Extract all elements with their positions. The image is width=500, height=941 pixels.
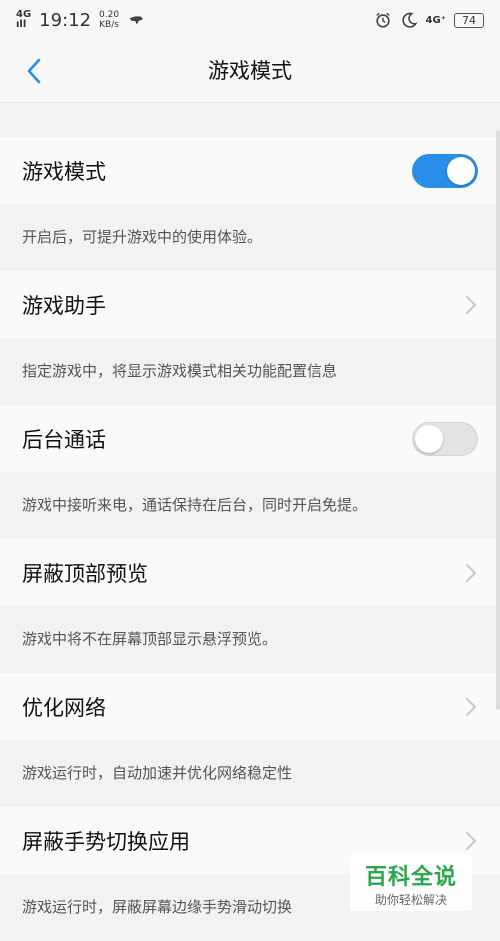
watermark-title: 百科全说 (364, 864, 457, 890)
watermark-logo: 百科全说 助你轻松解决 (350, 855, 472, 911)
toggle-knob (415, 424, 443, 453)
status-bar: 4G ıll 19:12 0.20 KB/s 4G⁺ 74 (0, 0, 500, 40)
setting-description: 开启后，可提升游戏中的使用体验。 (0, 204, 500, 271)
scrollbar[interactable] (496, 130, 500, 710)
setting-title: 游戏模式 (22, 159, 106, 184)
game-mode-toggle[interactable] (412, 153, 478, 188)
chevron-right-icon (466, 831, 476, 850)
setting-title: 屏蔽手势切换应用 (22, 829, 190, 854)
setting-title: 游戏助手 (22, 293, 106, 318)
toggle-knob (447, 156, 475, 185)
setting-title: 后台通话 (22, 427, 106, 452)
game-controller-icon (129, 16, 144, 25)
navigation-bar: 游戏模式 (0, 40, 500, 103)
network-speed: 0.20 KB/s (99, 10, 119, 30)
setting-description: 游戏中接听来电，通话保持在后台，同时开启免提。 (0, 472, 500, 539)
network-speed-value: 0.20 (99, 10, 120, 20)
status-time: 19:12 (39, 9, 92, 31)
network-speed-unit: KB/s (99, 20, 119, 30)
chevron-right-icon (466, 563, 476, 582)
alarm-clock-icon (375, 12, 390, 28)
moon-icon (401, 12, 417, 28)
signal-bars-icon: ıll (16, 19, 27, 30)
setting-row-game-mode[interactable]: 游戏模式 (0, 137, 500, 204)
network-indicator: 4G ıll (16, 10, 31, 30)
setting-row-background-call[interactable]: 后台通话 (0, 405, 500, 472)
setting-row-block-top-preview[interactable]: 屏蔽顶部预览 (0, 539, 500, 606)
watermark-subtitle: 助你轻松解决 (374, 892, 447, 907)
setting-description: 游戏运行时，自动加速并优化网络稳定性 (0, 740, 500, 807)
settings-list: 游戏模式 开启后，可提升游戏中的使用体验。 游戏助手 指定游戏中，将显示游戏模式… (0, 103, 500, 941)
status-right: 4G⁺ 74 (374, 11, 484, 29)
setting-row-optimize-network[interactable]: 优化网络 (0, 673, 500, 740)
status-left: 4G ıll 19:12 0.20 KB/s (16, 10, 145, 31)
chevron-right-icon (466, 295, 476, 314)
battery-indicator: 74 (454, 12, 484, 28)
setting-description: 指定游戏中，将显示游戏模式相关功能配置信息 (0, 338, 500, 405)
setting-description: 游戏中将不在屏幕顶部显示悬浮预览。 (0, 606, 500, 673)
chevron-right-icon (466, 697, 476, 716)
setting-title: 屏蔽顶部预览 (22, 561, 148, 586)
page-title: 游戏模式 (208, 59, 292, 83)
signal-type-right: 4G⁺ (425, 14, 446, 26)
background-call-toggle[interactable] (412, 421, 478, 456)
setting-row-game-assistant[interactable]: 游戏助手 (0, 271, 500, 338)
setting-title: 优化网络 (22, 695, 106, 720)
